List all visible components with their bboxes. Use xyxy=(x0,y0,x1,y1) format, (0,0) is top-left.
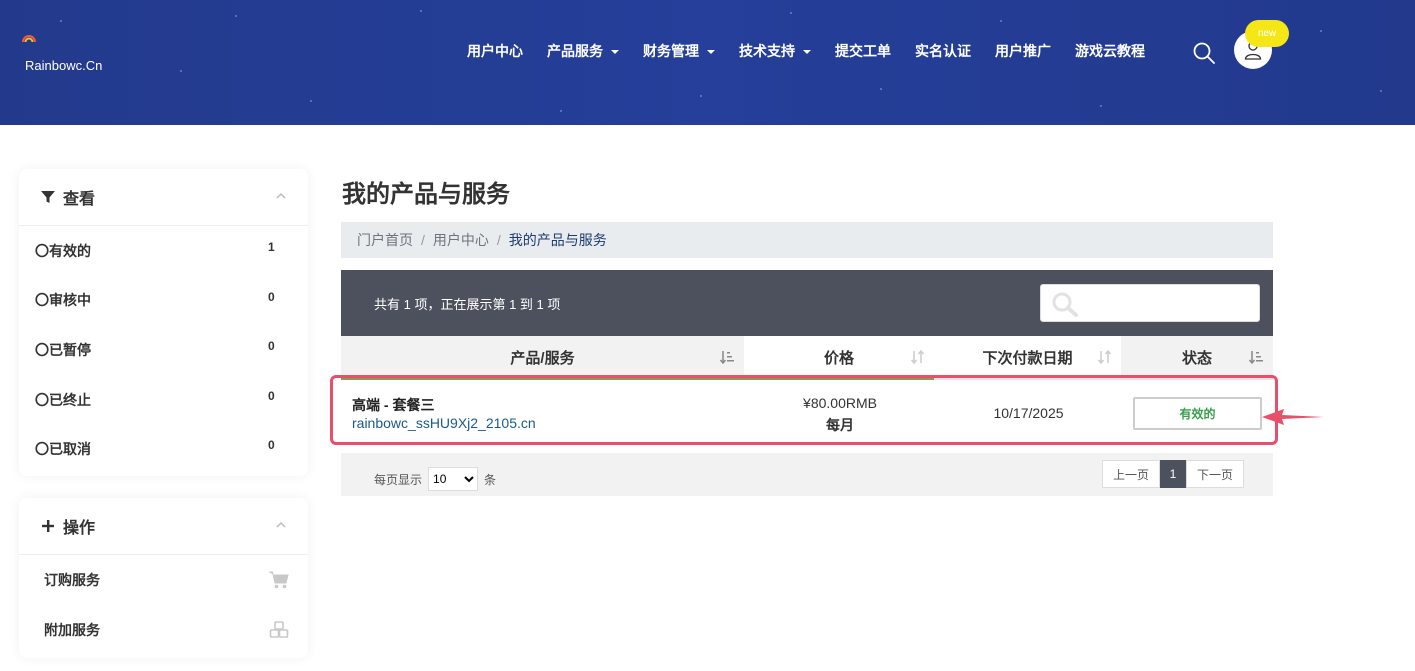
main-nav: 用户中心 产品服务 财务管理 技术支持 提交工单 实名认证 用户推广 游戏云教程 xyxy=(467,40,1169,62)
filter-count: 0 xyxy=(268,388,275,403)
filter-item-terminated[interactable]: 〇已终止 0 xyxy=(19,375,308,425)
site-header: Rainbowc.Cn 用户中心 产品服务 财务管理 技术支持 提交工单 实名认… xyxy=(0,0,1415,125)
nav-label: 用户中心 xyxy=(467,43,523,59)
caret-down-icon xyxy=(611,50,619,54)
filter-count: 0 xyxy=(268,289,275,304)
breadcrumb-separator: / xyxy=(496,232,501,248)
filter-panel: 查看 〇有效的 1 〇审核中 0 〇已暂停 0 〇已终止 0 〇已取消 0 xyxy=(19,169,308,476)
sort-desc-icon xyxy=(720,351,734,365)
nav-item-tutorials[interactable]: 游戏云教程 xyxy=(1075,41,1145,61)
product-domain-link[interactable]: rainbowc_ssHU9Xj2_2105.cn xyxy=(352,415,536,431)
column-label: 状态 xyxy=(1181,349,1212,367)
sort-icon xyxy=(1097,349,1112,365)
cart-icon xyxy=(269,571,289,589)
prev-page-button[interactable]: 上一页 xyxy=(1102,460,1161,488)
breadcrumb-home[interactable]: 门户首页 xyxy=(357,230,413,250)
filter-label: 〇已暂停 xyxy=(35,341,91,358)
filter-label: 〇审核中 xyxy=(35,292,91,309)
action-addon-service[interactable]: 附加服务 xyxy=(19,605,308,655)
nav-label: 提交工单 xyxy=(835,43,891,59)
table-info-text: 共有 1 项，正在展示第 1 到 1 项 xyxy=(374,297,561,312)
actions-panel-title: 操作 xyxy=(63,520,96,537)
breadcrumb: 门户首页 / 用户中心 / 我的产品与服务 xyxy=(341,222,1273,258)
plus-icon xyxy=(42,520,54,532)
nav-item-billing[interactable]: 财务管理 xyxy=(643,41,715,61)
action-label: 订购服务 xyxy=(44,572,100,588)
breadcrumb-current: 我的产品与服务 xyxy=(508,232,607,248)
column-label: 下次付款日期 xyxy=(982,349,1073,367)
filter-label: 〇有效的 xyxy=(35,242,91,259)
new-badge: new xyxy=(1245,20,1289,47)
column-header-product[interactable]: 产品/服务 xyxy=(341,336,744,380)
product-price: ¥80.00RMB xyxy=(803,395,877,411)
brand-name: Rainbowc.Cn xyxy=(25,58,103,73)
billing-cycle: 每月 xyxy=(826,417,854,433)
nav-label: 产品服务 xyxy=(547,43,603,59)
nav-item-user-center[interactable]: 用户中心 xyxy=(467,41,523,61)
action-label: 附加服务 xyxy=(44,622,100,638)
pointer-arrow-icon xyxy=(1262,409,1324,425)
nav-item-submit-ticket[interactable]: 提交工单 xyxy=(835,41,891,61)
search-icon xyxy=(1052,292,1078,317)
table-header: 产品/服务 价格 下次付款日期 状态 xyxy=(341,336,1273,380)
caret-down-icon xyxy=(707,50,715,54)
column-header-next-due[interactable]: 下次付款日期 xyxy=(934,336,1121,380)
sort-icon xyxy=(910,349,925,365)
table-footer: 每页显示 10 条 上一页 1 下一页 xyxy=(341,453,1273,496)
filter-panel-title: 查看 xyxy=(63,191,96,208)
nav-item-affiliate[interactable]: 用户推广 xyxy=(995,41,1051,61)
nav-label: 实名认证 xyxy=(915,43,971,59)
page-title: 我的产品与服务 xyxy=(342,181,510,208)
breadcrumb-separator: / xyxy=(421,232,425,248)
rainbow-icon xyxy=(22,35,36,42)
filter-item-active[interactable]: 〇有效的 1 xyxy=(19,226,308,276)
filter-count: 0 xyxy=(268,339,275,354)
next-due-date: 10/17/2025 xyxy=(993,405,1064,421)
chevron-up-icon[interactable] xyxy=(276,520,286,530)
filter-label: 〇已取消 xyxy=(35,441,91,458)
breadcrumb-user-center[interactable]: 用户中心 xyxy=(433,230,489,250)
table-toolbar: 共有 1 项，正在展示第 1 到 1 项 xyxy=(341,270,1273,336)
per-page-select[interactable]: 10 xyxy=(428,467,479,491)
column-header-status[interactable]: 状态 xyxy=(1121,336,1273,380)
column-header-price[interactable]: 价格 xyxy=(744,336,934,380)
nav-item-support[interactable]: 技术支持 xyxy=(739,41,811,61)
nav-label: 用户推广 xyxy=(995,43,1051,59)
filter-icon xyxy=(41,191,55,203)
column-label: 价格 xyxy=(823,349,854,367)
pagination: 上一页 1 下一页 xyxy=(1102,460,1245,488)
filter-panel-header[interactable]: 查看 xyxy=(19,169,308,226)
filter-item-cancelled[interactable]: 〇已取消 0 xyxy=(19,424,308,474)
filter-label: 〇已终止 xyxy=(35,391,91,408)
column-label: 产品/服务 xyxy=(510,349,575,367)
current-page-button[interactable]: 1 xyxy=(1160,460,1187,488)
status-badge: 有效的 xyxy=(1133,397,1262,430)
nav-label: 财务管理 xyxy=(643,43,699,59)
per-page-label: 每页显示 xyxy=(374,472,423,487)
next-page-button[interactable]: 下一页 xyxy=(1186,460,1245,488)
product-name: 高端 - 套餐三 xyxy=(352,397,435,413)
chevron-up-icon[interactable] xyxy=(276,191,286,201)
actions-panel: 操作 订购服务 附加服务 xyxy=(19,498,308,658)
filter-item-suspended[interactable]: 〇已暂停 0 xyxy=(19,325,308,375)
filter-count: 1 xyxy=(268,240,275,254)
filter-item-pending[interactable]: 〇审核中 0 xyxy=(19,276,308,326)
table-row[interactable]: 高端 - 套餐三 rainbowc_ssHU9Xj2_2105.cn ¥80.0… xyxy=(341,381,1273,443)
nav-label: 技术支持 xyxy=(739,43,795,59)
actions-panel-header[interactable]: 操作 xyxy=(19,498,308,555)
sort-desc-icon xyxy=(1249,351,1263,365)
nav-item-products[interactable]: 产品服务 xyxy=(547,41,619,61)
caret-down-icon xyxy=(803,50,811,54)
table-search-input[interactable] xyxy=(1040,284,1260,322)
nav-item-verification[interactable]: 实名认证 xyxy=(915,41,971,61)
per-page-control: 每页显示 10 条 xyxy=(374,467,496,491)
action-order-service[interactable]: 订购服务 xyxy=(19,555,308,605)
cubes-icon xyxy=(269,621,289,638)
nav-label: 游戏云教程 xyxy=(1075,43,1145,59)
per-page-unit: 条 xyxy=(484,472,497,487)
search-icon[interactable] xyxy=(1192,41,1216,65)
filter-count: 0 xyxy=(268,438,275,453)
